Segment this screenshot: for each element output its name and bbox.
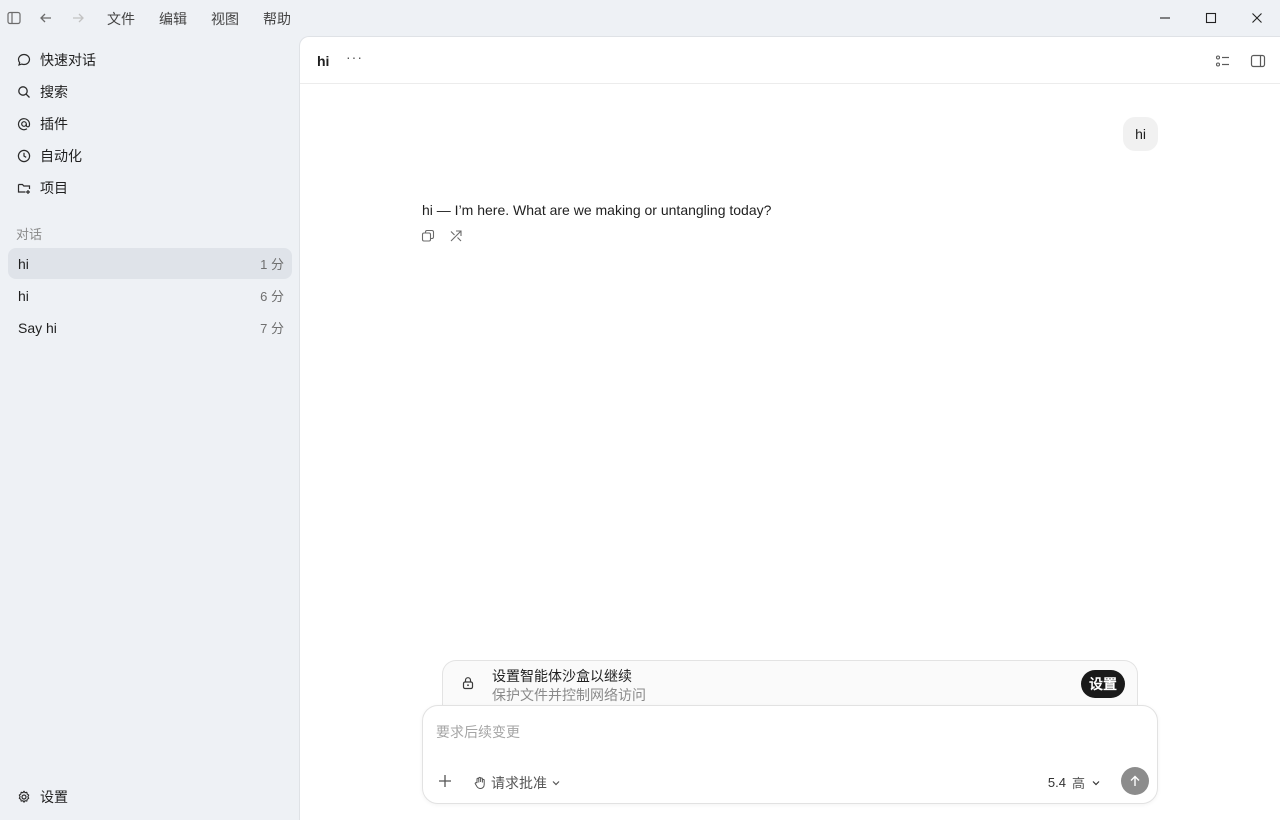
more-options-icon[interactable]: ··· xyxy=(346,49,363,65)
menu-file[interactable]: 文件 xyxy=(107,9,135,29)
chevron-down-icon xyxy=(1091,778,1101,788)
fork-icon[interactable] xyxy=(448,228,464,244)
conversation-title: hi xyxy=(18,287,29,304)
send-button[interactable] xyxy=(1121,767,1149,795)
chevron-down-icon xyxy=(551,778,561,788)
gear-icon xyxy=(16,789,32,805)
sidebar-toggle-icon[interactable] xyxy=(4,8,24,28)
sidebar-item-label: 项目 xyxy=(40,180,68,196)
conversation-time: 6 分 xyxy=(260,289,284,304)
folder-plus-icon xyxy=(16,180,32,196)
maximize-icon[interactable] xyxy=(1188,0,1234,36)
conversation-title: Say hi xyxy=(18,319,57,336)
conversation-time: 1 分 xyxy=(260,257,284,272)
sidebar-item-search[interactable]: 搜索 xyxy=(8,77,292,107)
sidebar-item-projects[interactable]: 项目 xyxy=(8,173,292,203)
settings-button[interactable]: 设置 xyxy=(8,782,292,812)
hand-icon xyxy=(473,776,487,790)
approval-mode-dropdown[interactable]: 请求批准 xyxy=(473,773,561,793)
conversation-time: 7 分 xyxy=(260,321,284,336)
sidebar-item-plugins[interactable]: 插件 xyxy=(8,109,292,139)
task-list-icon[interactable] xyxy=(1212,50,1234,72)
model-version: 5.4 xyxy=(1047,775,1066,790)
title-bar: 文件 编辑 视图 帮助 xyxy=(0,0,1280,36)
sandbox-title: 设置智能体沙盒以继续 xyxy=(492,668,632,684)
arrow-up-icon xyxy=(1130,775,1140,786)
message-actions xyxy=(420,228,464,244)
conversations-section-label: 对话 xyxy=(16,227,43,242)
sidebar-item-label: 插件 xyxy=(40,116,68,132)
plus-icon[interactable] xyxy=(437,773,455,791)
sidebar: 快速对话 搜索 插件 自动化 项目 对话 hi 1 分 hi 6 分 Say h… xyxy=(0,36,300,820)
sidebar-item-label: 搜索 xyxy=(40,84,68,100)
clock-icon xyxy=(16,148,32,164)
menu-edit[interactable]: 编辑 xyxy=(159,9,187,29)
model-level: 高 xyxy=(1071,776,1085,791)
minimize-icon[interactable] xyxy=(1142,0,1188,36)
menu-view[interactable]: 视图 xyxy=(211,9,239,29)
thread-title: hi xyxy=(317,53,330,69)
panel-toggle-icon[interactable] xyxy=(1247,50,1269,72)
at-sign-icon xyxy=(16,116,32,132)
composer[interactable]: 要求后续变更 请求批准 5.4 高 xyxy=(422,705,1158,804)
model-selector[interactable]: 5.4 高 xyxy=(1048,773,1101,792)
close-icon[interactable] xyxy=(1234,0,1280,36)
menu-help[interactable]: 帮助 xyxy=(263,9,291,29)
conversation-title: hi xyxy=(18,255,29,272)
back-arrow-icon[interactable] xyxy=(36,8,56,28)
sidebar-item-label: 快速对话 xyxy=(40,52,96,68)
assistant-message: hi — I’m here. What are we making or unt… xyxy=(422,202,772,218)
sidebar-item-label: 自动化 xyxy=(40,148,82,164)
conversation-item[interactable]: hi 6 分 xyxy=(8,280,292,311)
forward-arrow-icon[interactable] xyxy=(68,8,88,28)
main-panel: hi ··· hi hi — I’m here. What are we mak… xyxy=(299,36,1280,820)
conversation-item[interactable]: Say hi 7 分 xyxy=(8,312,292,343)
approval-mode-label: 请求批准 xyxy=(491,775,547,791)
thread-header: hi ··· xyxy=(300,37,1280,84)
conversation-item[interactable]: hi 1 分 xyxy=(8,248,292,279)
settings-label: 设置 xyxy=(40,789,68,805)
lock-icon xyxy=(461,676,477,692)
search-icon xyxy=(16,84,32,100)
chat-bubble-icon xyxy=(16,52,32,68)
copy-icon[interactable] xyxy=(420,228,436,244)
composer-input[interactable]: 要求后续变更 xyxy=(436,722,520,742)
sandbox-setup-button[interactable]: 设置 xyxy=(1081,670,1125,698)
sidebar-item-quick-chat[interactable]: 快速对话 xyxy=(8,45,292,75)
sandbox-subtitle: 保护文件并控制网络访问 xyxy=(492,687,646,703)
user-message: hi xyxy=(1123,117,1158,151)
sidebar-item-automation[interactable]: 自动化 xyxy=(8,141,292,171)
